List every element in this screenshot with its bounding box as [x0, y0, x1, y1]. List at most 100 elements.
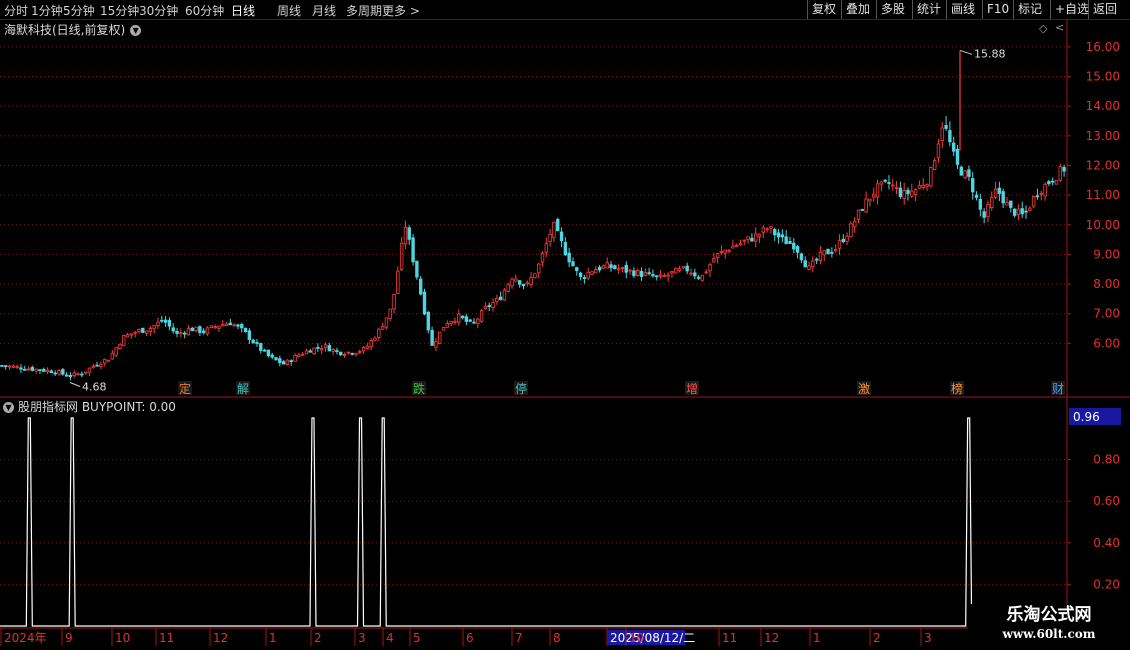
period-tab[interactable]: 30分钟	[139, 2, 178, 19]
candle-body	[106, 359, 111, 362]
toolbar-button[interactable]: 复权	[807, 0, 840, 19]
watermark-url: www.60lt.com	[1002, 627, 1096, 641]
candle-body	[715, 253, 720, 259]
candle-body	[1028, 207, 1032, 211]
candle-body	[765, 228, 769, 231]
period-toolbar: 分时 1分钟 5分钟 15分钟 30分钟 60分钟 日线 周线 月线 多周期 更多 > 复权 叠加 多股统…	[0, 0, 1130, 20]
candle-body	[750, 237, 754, 242]
stock-title[interactable]: 海默科技(日线,前复权) ▼	[4, 21, 142, 38]
candle-body	[224, 323, 229, 327]
candle-body	[971, 178, 975, 193]
x-tick-label: 4	[386, 631, 394, 645]
candle-body	[141, 327, 145, 333]
candle-body	[616, 268, 621, 271]
y-tick-label: 16.00	[1086, 40, 1120, 54]
candle-body	[365, 345, 370, 349]
chevron-down-icon[interactable]: ▼	[130, 25, 142, 36]
candle-body	[891, 184, 895, 187]
candle-body	[586, 271, 590, 279]
period-tab[interactable]: 15分钟	[100, 2, 139, 19]
chevron-down-icon[interactable]: ▼	[3, 402, 14, 413]
candle-body	[898, 187, 903, 198]
candle-body	[327, 345, 332, 352]
watermark-title: 乐淘公式网	[1006, 605, 1092, 625]
candlestick-chart[interactable]: 6.00 7.00 8.00 9.00 10.00 11.00 12.00 13.00 14.0…	[0, 0, 1130, 650]
candle-body	[1024, 210, 1028, 213]
toolbar-button[interactable]: F10	[982, 0, 1013, 19]
toolbar-button[interactable]: 返回	[1088, 0, 1121, 19]
x-tick-label: 10	[115, 631, 130, 645]
candle-body	[978, 199, 983, 210]
candle-body	[262, 349, 267, 352]
candle-body	[948, 130, 952, 143]
candle-body	[868, 198, 872, 202]
period-tab[interactable]: 5分钟	[63, 2, 95, 19]
x-tick-label: 2024年	[4, 631, 47, 645]
diamond-icon[interactable]: ◇	[1039, 22, 1047, 35]
period-tab[interactable]: 1分钟	[31, 2, 63, 19]
toolbar-button[interactable]: 画线	[946, 0, 979, 19]
period-tab[interactable]: 分时	[4, 2, 28, 19]
x-tick-label: 12	[764, 631, 779, 645]
candle-body	[795, 246, 800, 253]
candle-body	[807, 265, 811, 270]
candle-body	[335, 350, 339, 353]
event-tag-bg	[950, 381, 964, 395]
candle-body	[346, 351, 351, 354]
candle-body	[738, 242, 743, 245]
candle-body	[209, 325, 213, 329]
candle-body	[537, 263, 541, 274]
candle-body	[540, 253, 545, 263]
period-tab[interactable]: 日线	[231, 2, 255, 19]
candle-body	[849, 223, 853, 237]
candle-body	[651, 274, 655, 277]
indicator-title[interactable]: ▼ 股朋指标网 BUYPOINT: 0.00	[3, 398, 176, 415]
y-tick-label: 10.00	[1086, 218, 1120, 232]
candle-body	[342, 354, 347, 356]
candle-body	[460, 315, 465, 319]
candle-body	[742, 239, 746, 242]
candle-body	[285, 359, 290, 365]
candle-body	[963, 170, 967, 179]
candle-body	[445, 323, 450, 328]
period-tab[interactable]: 多周期	[346, 2, 382, 19]
x-tick-label: 8	[553, 631, 561, 645]
candle-body	[910, 190, 914, 197]
candle-body	[864, 198, 868, 213]
candle-body	[476, 318, 480, 324]
candle-body	[982, 211, 986, 218]
candle-body	[247, 330, 252, 340]
candle-body	[712, 258, 716, 263]
period-tab[interactable]: 更多 >	[382, 2, 420, 19]
toolbar-button[interactable]: 叠加	[841, 0, 874, 19]
buypoint-line	[0, 417, 1066, 627]
toolbar-button[interactable]: +自选	[1050, 0, 1093, 19]
candle-body	[799, 253, 804, 261]
event-tag-bg	[1051, 381, 1065, 395]
period-tab[interactable]: 周线	[277, 2, 301, 19]
candle-body	[769, 226, 773, 229]
candle-body	[826, 248, 830, 255]
candle-body	[921, 184, 925, 188]
candle-body	[582, 277, 587, 279]
event-tag: 榜	[951, 381, 963, 396]
period-tab[interactable]: 60分钟	[185, 2, 224, 19]
x-tick-label: 10	[629, 631, 644, 645]
toolbar-button[interactable]: 多股	[876, 0, 909, 19]
candle-body	[670, 271, 674, 274]
candle-body	[160, 319, 164, 322]
candle-body	[1047, 181, 1051, 185]
toolbar-button[interactable]: 统计	[912, 0, 945, 19]
candle-body	[129, 333, 134, 336]
period-tab[interactable]: 月线	[312, 2, 336, 19]
candle-body	[609, 264, 613, 269]
chevron-left-icon[interactable]: <	[1055, 21, 1064, 34]
candle-body	[179, 332, 183, 335]
candle-body	[1001, 191, 1005, 204]
candle-body	[788, 241, 792, 244]
candle-body	[0, 364, 4, 367]
toolbar-button[interactable]: 标记	[1013, 0, 1046, 19]
candle-body	[221, 324, 225, 327]
candle-body	[495, 297, 499, 302]
candle-body	[468, 319, 472, 322]
